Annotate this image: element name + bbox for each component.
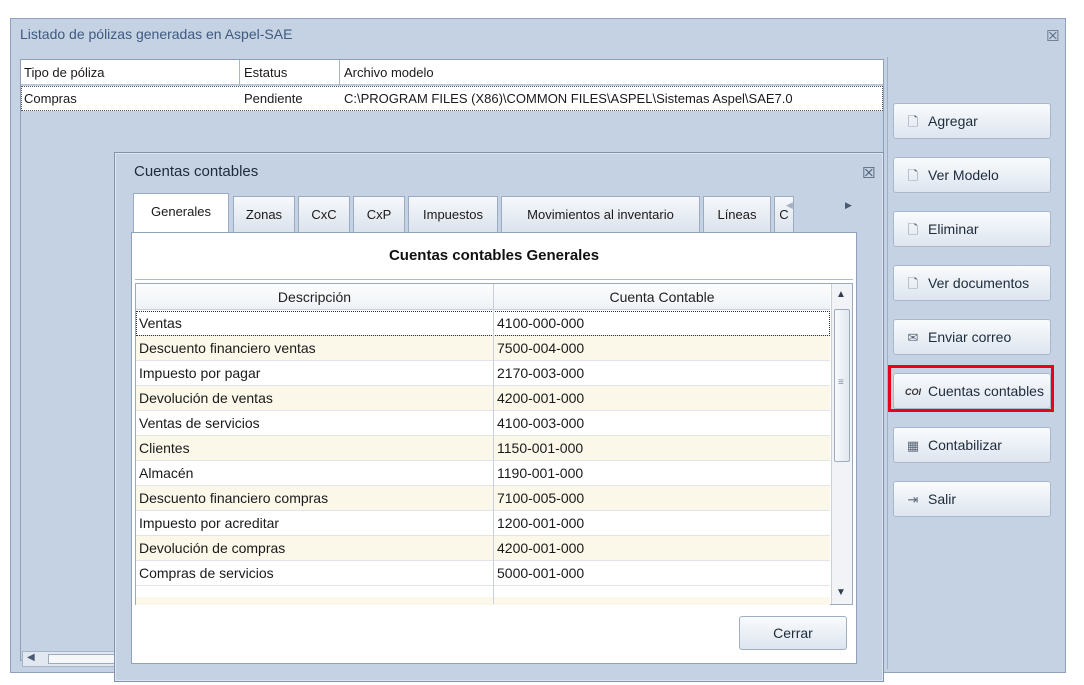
cell-tipo: Compras bbox=[24, 91, 77, 106]
table-row[interactable]: Descuento financiero compras 7100-005-00… bbox=[136, 486, 830, 511]
window-title: Listado de pólizas generadas en Aspel-SA… bbox=[20, 26, 293, 42]
view-documents-icon: 🗋 bbox=[907, 276, 919, 291]
exit-icon: ⇥ bbox=[907, 492, 919, 507]
cell-cuenta: 7500-004-000 bbox=[497, 340, 585, 356]
cell-estatus: Pendiente bbox=[244, 91, 303, 106]
polizas-grid-header bbox=[21, 60, 883, 85]
post-accounting-icon: ▦ bbox=[906, 438, 920, 453]
cell-descripcion: Almacén bbox=[139, 465, 194, 481]
table-row[interactable]: Ventas de servicios 4100-003-000 bbox=[136, 411, 830, 436]
button-label: Agregar bbox=[928, 113, 978, 129]
cell-cuenta: 4200-001-000 bbox=[497, 390, 585, 406]
column-header-tipo[interactable]: Tipo de póliza bbox=[24, 62, 104, 84]
cell-descripcion: Devolución de compras bbox=[139, 540, 286, 556]
grip-icon: ≡ bbox=[838, 377, 844, 388]
scroll-left-icon[interactable]: ◀ bbox=[27, 652, 35, 663]
cell-cuenta: 1150-001-000 bbox=[497, 440, 584, 456]
tab-scroll-left-icon[interactable]: ◀ bbox=[786, 200, 793, 211]
cell-descripcion: Descuento financiero compras bbox=[139, 490, 329, 506]
cell-descripcion: Impuesto por acreditar bbox=[139, 515, 280, 531]
table-row[interactable]: Devolución de compras 4200-001-000 bbox=[136, 536, 830, 561]
tab-generales[interactable]: Generales bbox=[133, 193, 229, 233]
tab-lineas[interactable]: Líneas bbox=[703, 196, 771, 232]
cell-descripcion: Descuento financiero ventas bbox=[139, 340, 316, 356]
cerrar-button[interactable]: Cerrar bbox=[739, 616, 847, 650]
window-close-icon[interactable]: ☒ bbox=[1046, 27, 1059, 45]
cell-cuenta: 1190-001-000 bbox=[497, 465, 584, 481]
column-divider bbox=[493, 284, 494, 604]
column-header-archivo[interactable]: Archivo modelo bbox=[344, 62, 434, 84]
scroll-up-icon[interactable]: ▲ bbox=[836, 289, 846, 300]
column-header-cuenta[interactable]: Cuenta Contable bbox=[494, 284, 830, 310]
agregar-button[interactable]: 🗋 Agregar bbox=[893, 103, 1051, 139]
dialog-close-icon[interactable]: ☒ bbox=[862, 164, 875, 182]
table-row[interactable]: Impuesto por acreditar 1200-001-000 bbox=[136, 511, 830, 536]
eliminar-button[interactable]: 🗋 Eliminar bbox=[893, 211, 1051, 247]
tab-cxp[interactable]: CxP bbox=[353, 196, 405, 232]
cell-cuenta: 4100-000-000 bbox=[497, 315, 585, 331]
cell-cuenta: 7100-005-000 bbox=[497, 490, 585, 506]
cell-cuenta: 4200-001-000 bbox=[497, 540, 585, 556]
button-label: Ver documentos bbox=[928, 275, 1030, 291]
table-row[interactable]: Impuesto por pagar 2170-003-000 bbox=[136, 361, 830, 386]
ver-documentos-button[interactable]: 🗋 Ver documentos bbox=[893, 265, 1051, 301]
button-label: Eliminar bbox=[928, 221, 979, 237]
tab-scroll-right-icon[interactable]: ▶ bbox=[845, 200, 852, 211]
button-label: Salir bbox=[928, 491, 957, 507]
table-row[interactable]: Ventas 4100-000-000 bbox=[136, 311, 830, 336]
contabilizar-button[interactable]: ▦ Contabilizar bbox=[893, 427, 1051, 463]
table-row[interactable]: Almacén 1190-001-000 bbox=[136, 461, 830, 486]
tab-movimientos-inventario[interactable]: Movimientos al inventario bbox=[501, 196, 700, 232]
table-row[interactable]: Compras de servicios 5000-001-000 bbox=[136, 561, 830, 586]
actions-panel bbox=[887, 57, 1065, 669]
cell-descripcion: Ventas de servicios bbox=[139, 415, 260, 431]
table-row[interactable]: Descuento financiero ventas 7500-004-000 bbox=[136, 336, 830, 361]
tab-cxc[interactable]: CxC bbox=[298, 196, 350, 232]
button-label: Enviar correo bbox=[928, 329, 1012, 345]
ver-modelo-button[interactable]: 🗋 Ver Modelo bbox=[893, 157, 1051, 193]
cell-cuenta: 1200-001-000 bbox=[497, 515, 585, 531]
dialog-title: Cuentas contables bbox=[134, 163, 259, 180]
cell-cuenta: 5000-001-000 bbox=[497, 565, 585, 581]
section-title: Cuentas contables Generales bbox=[388, 247, 600, 264]
cell-archivo: C:\PROGRAM FILES (X86)\COMMON FILES\ASPE… bbox=[344, 91, 793, 106]
cell-descripcion: Compras de servicios bbox=[139, 565, 274, 581]
column-header-estatus[interactable]: Estatus bbox=[244, 62, 287, 84]
cell-cuenta: 2170-003-000 bbox=[497, 365, 585, 381]
cell-descripcion: Devolución de ventas bbox=[139, 390, 273, 406]
tab-impuestos[interactable]: Impuestos bbox=[408, 196, 498, 232]
table-row-partial[interactable] bbox=[136, 597, 830, 605]
table-row[interactable]: Devolución de ventas 4200-001-000 bbox=[136, 386, 830, 411]
button-label: Contabilizar bbox=[928, 437, 1002, 453]
scrollbar-thumb[interactable] bbox=[48, 654, 118, 664]
cell-descripcion: Ventas bbox=[139, 315, 182, 331]
enviar-correo-button[interactable]: ✉ Enviar correo bbox=[893, 319, 1051, 355]
delete-document-icon: 🗋 bbox=[907, 222, 919, 237]
add-document-icon: 🗋 bbox=[907, 114, 919, 129]
salir-button[interactable]: ⇥ Salir bbox=[893, 481, 1051, 517]
mail-icon: ✉ bbox=[907, 330, 919, 345]
cell-cuenta: 4100-003-000 bbox=[497, 415, 585, 431]
view-model-icon: 🗋 bbox=[907, 168, 919, 183]
cell-descripcion: Impuesto por pagar bbox=[139, 365, 261, 381]
cell-descripcion: Clientes bbox=[139, 440, 190, 456]
highlight-box bbox=[888, 365, 1054, 412]
scroll-down-icon[interactable]: ▼ bbox=[836, 587, 846, 598]
tab-zonas[interactable]: Zonas bbox=[233, 196, 295, 232]
divider bbox=[135, 279, 853, 280]
button-label: Ver Modelo bbox=[928, 167, 999, 183]
table-row[interactable]: Clientes 1150-001-000 bbox=[136, 436, 830, 461]
column-header-descripcion[interactable]: Descripción bbox=[136, 284, 493, 310]
